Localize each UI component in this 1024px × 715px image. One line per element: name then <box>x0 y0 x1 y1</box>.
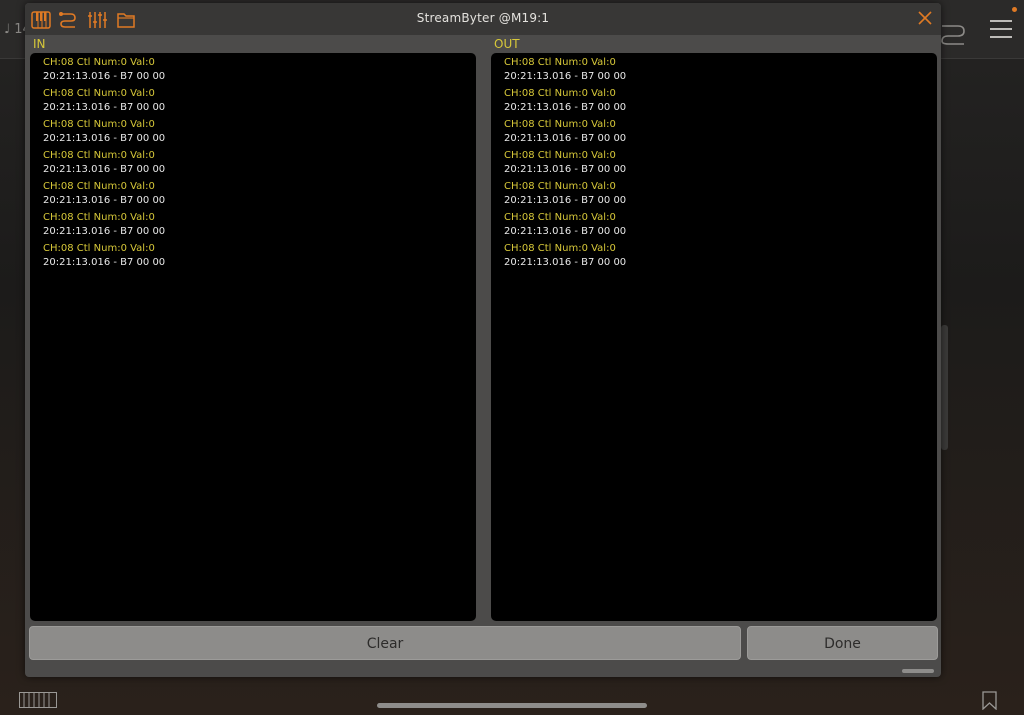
log-hex-text: 20:21:13.016 - B7 00 00 <box>504 257 627 268</box>
log-event-text: CH:08 Ctl Num:0 Val:0 <box>504 181 616 192</box>
log-entry: CH:08 Ctl Num:0 Val:0 20:21:13.016 - B7 0… <box>504 149 937 177</box>
log-hex-text: 20:21:13.016 - B7 00 00 <box>43 164 166 175</box>
log-hex-text: 20:21:13.016 - B7 00 00 <box>43 133 166 144</box>
bookmark-icon[interactable] <box>982 691 997 710</box>
log-hex-text: 20:21:13.016 - B7 00 00 <box>504 195 627 206</box>
home-indicator[interactable] <box>377 703 647 708</box>
log-entry: CH:08 Ctl Num:0 Val:0 20:21:13.016 - B7 0… <box>43 242 476 270</box>
log-entry: CH:08 Ctl Num:0 Val:0 20:21:13.016 - B7 0… <box>43 56 476 84</box>
log-entry: CH:08 Ctl Num:0 Val:0 20:21:13.016 - B7 0… <box>504 118 937 146</box>
in-log-panel[interactable]: CH:08 Ctl Num:0 Val:0 20:21:13.016 - B7 0… <box>30 53 476 621</box>
log-event-text: CH:08 Ctl Num:0 Val:0 <box>504 88 616 99</box>
host-routing-icon[interactable] <box>940 20 966 46</box>
log-entry: CH:08 Ctl Num:0 Val:0 20:21:13.016 - B7 0… <box>43 87 476 115</box>
host-notification-dot <box>1012 7 1017 12</box>
resize-handle[interactable] <box>902 669 934 673</box>
out-log-list: CH:08 Ctl Num:0 Val:0 20:21:13.016 - B7 0… <box>491 53 937 270</box>
window-titlebar: StreamByter @M19:1 <box>25 3 941 35</box>
log-hex-text: 20:21:13.016 - B7 00 00 <box>43 71 166 82</box>
log-entry: CH:08 Ctl Num:0 Val:0 20:21:13.016 - B7 0… <box>504 87 937 115</box>
log-event-text: CH:08 Ctl Num:0 Val:0 <box>43 88 155 99</box>
log-hex-text: 20:21:13.016 - B7 00 00 <box>504 133 627 144</box>
log-event-text: CH:08 Ctl Num:0 Val:0 <box>504 119 616 130</box>
close-icon[interactable] <box>917 10 933 26</box>
host-keyboard-icon[interactable] <box>19 692 57 708</box>
log-entry: CH:08 Ctl Num:0 Val:0 20:21:13.016 - B7 0… <box>504 242 937 270</box>
log-hex-text: 20:21:13.016 - B7 00 00 <box>504 71 627 82</box>
log-event-text: CH:08 Ctl Num:0 Val:0 <box>43 57 155 68</box>
out-log-panel[interactable]: CH:08 Ctl Num:0 Val:0 20:21:13.016 - B7 0… <box>491 53 937 621</box>
clear-button[interactable]: Clear <box>29 626 741 660</box>
log-entry: CH:08 Ctl Num:0 Val:0 20:21:13.016 - B7 0… <box>43 149 476 177</box>
log-event-text: CH:08 Ctl Num:0 Val:0 <box>43 150 155 161</box>
log-entry: CH:08 Ctl Num:0 Val:0 20:21:13.016 - B7 0… <box>43 180 476 208</box>
log-entry: CH:08 Ctl Num:0 Val:0 20:21:13.016 - B7 0… <box>504 56 937 84</box>
log-entry: CH:08 Ctl Num:0 Val:0 20:21:13.016 - B7 0… <box>504 180 937 208</box>
log-event-text: CH:08 Ctl Num:0 Val:0 <box>43 119 155 130</box>
host-scrollbar[interactable] <box>941 325 948 450</box>
host-menu-icon[interactable] <box>990 20 1012 42</box>
in-log-list: CH:08 Ctl Num:0 Val:0 20:21:13.016 - B7 0… <box>30 53 476 270</box>
log-hex-text: 20:21:13.016 - B7 00 00 <box>43 102 166 113</box>
log-event-text: CH:08 Ctl Num:0 Val:0 <box>504 150 616 161</box>
window-title: StreamByter @M19:1 <box>416 11 550 25</box>
log-hex-text: 20:21:13.016 - B7 00 00 <box>43 257 166 268</box>
log-event-text: CH:08 Ctl Num:0 Val:0 <box>504 57 616 68</box>
log-entry: CH:08 Ctl Num:0 Val:0 20:21:13.016 - B7 0… <box>43 118 476 146</box>
log-entry: CH:08 Ctl Num:0 Val:0 20:21:13.016 - B7 0… <box>504 211 937 239</box>
log-hex-text: 20:21:13.016 - B7 00 00 <box>504 164 627 175</box>
log-event-text: CH:08 Ctl Num:0 Val:0 <box>43 243 155 254</box>
streambyter-window: StreamByter @M19:1 IN OUT CH:08 Ctl Num:… <box>25 3 941 677</box>
log-event-text: CH:08 Ctl Num:0 Val:0 <box>43 212 155 223</box>
log-event-text: CH:08 Ctl Num:0 Val:0 <box>43 181 155 192</box>
log-hex-text: 20:21:13.016 - B7 00 00 <box>504 102 627 113</box>
log-entry: CH:08 Ctl Num:0 Val:0 20:21:13.016 - B7 0… <box>43 211 476 239</box>
log-hex-text: 20:21:13.016 - B7 00 00 <box>43 195 166 206</box>
in-panel-label: IN <box>33 37 46 51</box>
done-button[interactable]: Done <box>747 626 938 660</box>
out-panel-label: OUT <box>494 37 520 51</box>
log-event-text: CH:08 Ctl Num:0 Val:0 <box>504 212 616 223</box>
log-hex-text: 20:21:13.016 - B7 00 00 <box>504 226 627 237</box>
log-event-text: CH:08 Ctl Num:0 Val:0 <box>504 243 616 254</box>
log-hex-text: 20:21:13.016 - B7 00 00 <box>43 226 166 237</box>
